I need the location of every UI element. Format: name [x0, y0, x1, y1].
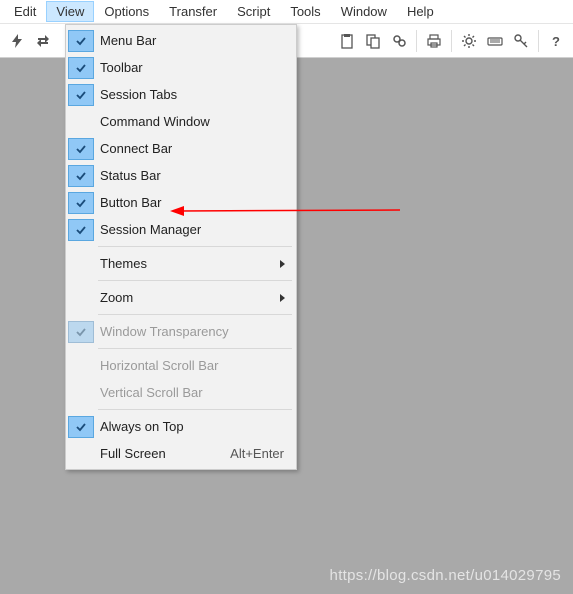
menubar: Edit View Options Transfer Script Tools … — [0, 0, 573, 24]
menu-item-label: Session Manager — [98, 222, 294, 237]
check-icon — [68, 111, 94, 133]
menu-transfer[interactable]: Transfer — [159, 1, 227, 22]
menu-item-label: Button Bar — [98, 195, 294, 210]
print-icon[interactable] — [423, 30, 445, 52]
menu-item-label: Status Bar — [98, 168, 294, 183]
menu-item-label: Full Screen — [98, 446, 230, 461]
menu-item-label: Always on Top — [98, 419, 294, 434]
menu-item-label: Toolbar — [98, 60, 294, 75]
menu-item-session-tabs[interactable]: Session Tabs — [68, 81, 294, 108]
menu-item-window-transparency: Window Transparency — [68, 318, 294, 345]
menu-item-session-manager[interactable]: Session Manager — [68, 216, 294, 243]
menu-item-vertical-scroll-bar: Vertical Scroll Bar — [68, 379, 294, 406]
menu-edit[interactable]: Edit — [4, 1, 46, 22]
check-icon — [68, 355, 94, 377]
menu-separator — [98, 409, 292, 410]
lightning-icon[interactable] — [6, 30, 28, 52]
menu-item-label: Horizontal Scroll Bar — [98, 358, 294, 373]
menu-separator — [98, 246, 292, 247]
check-icon — [68, 57, 94, 79]
check-icon — [68, 443, 94, 465]
menu-item-connect-bar[interactable]: Connect Bar — [68, 135, 294, 162]
check-icon — [68, 138, 94, 160]
check-icon — [68, 416, 94, 438]
menu-view[interactable]: View — [46, 1, 94, 22]
menu-item-label: Connect Bar — [98, 141, 294, 156]
menu-item-command-window[interactable]: Command Window — [68, 108, 294, 135]
menu-item-zoom[interactable]: Zoom — [68, 284, 294, 311]
menu-item-button-bar[interactable]: Button Bar — [68, 189, 294, 216]
check-icon — [68, 321, 94, 343]
check-icon — [68, 382, 94, 404]
help-icon[interactable]: ? — [545, 30, 567, 52]
menu-window[interactable]: Window — [331, 1, 397, 22]
check-icon — [68, 84, 94, 106]
key-icon[interactable] — [510, 30, 532, 52]
check-icon — [68, 287, 94, 309]
menu-script[interactable]: Script — [227, 1, 280, 22]
menu-separator — [98, 348, 292, 349]
check-icon — [68, 192, 94, 214]
menu-separator — [98, 314, 292, 315]
menu-item-full-screen[interactable]: Full ScreenAlt+Enter — [68, 440, 294, 467]
paste-icon[interactable] — [336, 30, 358, 52]
menu-separator — [98, 280, 292, 281]
menu-item-label: Command Window — [98, 114, 294, 129]
toolbar-separator — [416, 30, 417, 52]
menu-item-toolbar[interactable]: Toolbar — [68, 54, 294, 81]
view-dropdown-menu: Menu Bar Toolbar Session Tabs Command Windo… — [65, 24, 297, 470]
menu-item-shortcut: Alt+Enter — [230, 446, 294, 461]
svg-text:?: ? — [552, 34, 560, 49]
reconnect-icon[interactable] — [32, 30, 54, 52]
gear-icon[interactable] — [458, 30, 480, 52]
keyboard-icon[interactable] — [484, 30, 506, 52]
menu-item-label: Window Transparency — [98, 324, 294, 339]
menu-item-always-on-top[interactable]: Always on Top — [68, 413, 294, 440]
menu-item-horizontal-scroll-bar: Horizontal Scroll Bar — [68, 352, 294, 379]
menu-item-label: Menu Bar — [98, 33, 294, 48]
toolbar-separator — [451, 30, 452, 52]
copy-icon[interactable] — [362, 30, 384, 52]
watermark-text: https://blog.csdn.net/u014029795 — [330, 567, 561, 584]
check-icon — [68, 219, 94, 241]
check-icon — [68, 253, 94, 275]
menu-item-label: Zoom — [98, 290, 278, 305]
menu-tools[interactable]: Tools — [280, 1, 330, 22]
menu-help[interactable]: Help — [397, 1, 444, 22]
menu-item-label: Session Tabs — [98, 87, 294, 102]
menu-item-label: Vertical Scroll Bar — [98, 385, 294, 400]
toolbar-separator — [538, 30, 539, 52]
check-icon — [68, 165, 94, 187]
menu-item-label: Themes — [98, 256, 278, 271]
submenu-arrow-icon — [278, 259, 294, 269]
submenu-arrow-icon — [278, 293, 294, 303]
find-icon[interactable] — [388, 30, 410, 52]
menu-item-status-bar[interactable]: Status Bar — [68, 162, 294, 189]
check-icon — [68, 30, 94, 52]
menu-item-menu-bar[interactable]: Menu Bar — [68, 27, 294, 54]
menu-options[interactable]: Options — [94, 1, 159, 22]
menu-item-themes[interactable]: Themes — [68, 250, 294, 277]
